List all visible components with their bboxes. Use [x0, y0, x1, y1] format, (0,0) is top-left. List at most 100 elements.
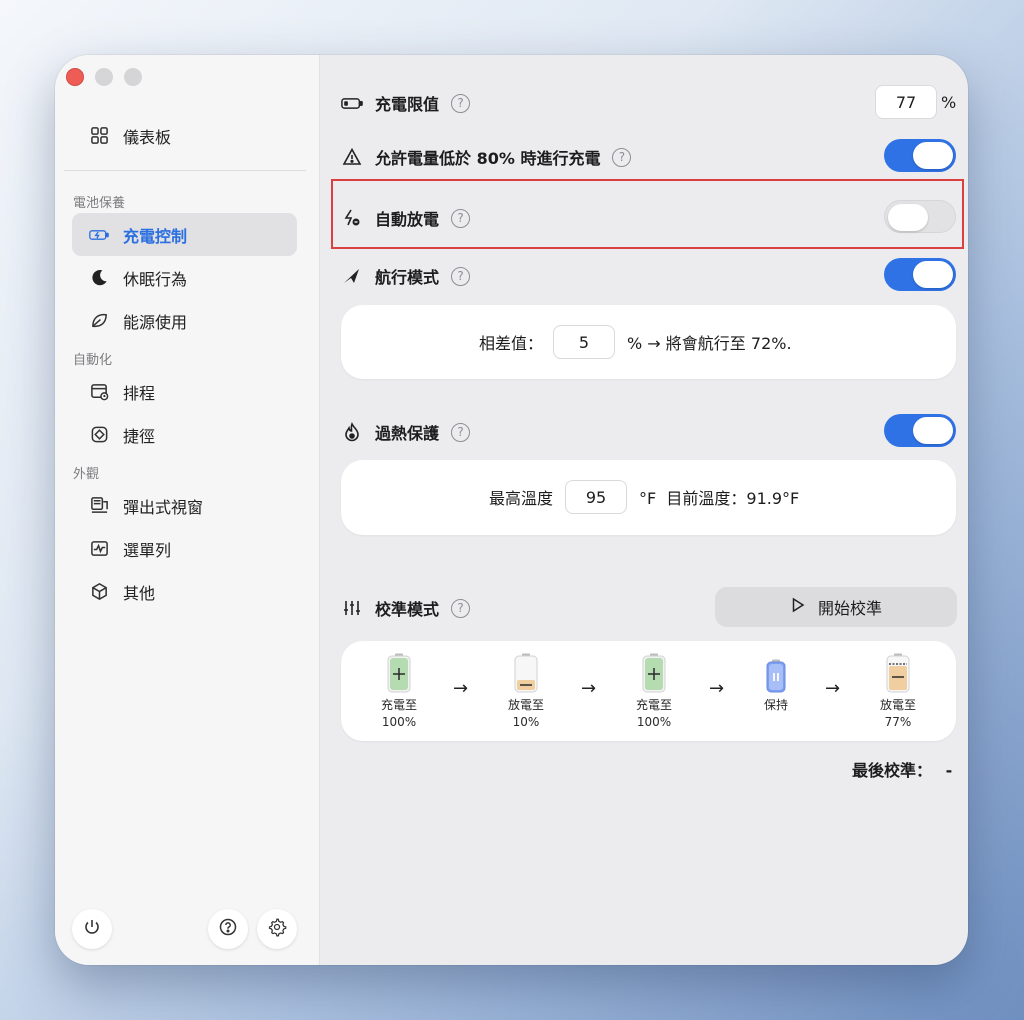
- heat-protection-toggle[interactable]: [884, 414, 956, 447]
- close-window-button[interactable]: [66, 68, 84, 86]
- arrow-icon: →: [825, 678, 841, 699]
- charge-limit-unit: %: [941, 93, 957, 112]
- step-line2: 100%: [381, 715, 417, 729]
- heat-temp-line: 最高溫度 95 °F 目前溫度：91.9°F: [489, 480, 799, 514]
- activity-monitor-icon: [89, 539, 109, 559]
- step-line1: 保持: [763, 698, 788, 712]
- toggle-knob: [913, 142, 953, 169]
- battery-full-icon: [387, 653, 411, 693]
- arrow-icon: →: [709, 678, 725, 699]
- allow-charge-toggle[interactable]: [884, 139, 956, 172]
- sailing-diff-suffix: % → 將會航行至 72%.: [627, 334, 792, 353]
- step-line1: 放電至: [879, 698, 916, 712]
- popup-window-icon: [89, 496, 109, 516]
- zoom-window-button[interactable]: [124, 68, 142, 86]
- cube-icon: [89, 582, 109, 602]
- battery-partial-icon: [886, 653, 910, 693]
- sail-icon: [341, 265, 363, 287]
- step-line2: 77%: [884, 715, 912, 729]
- help-icon[interactable]: ?: [451, 422, 471, 442]
- help-button[interactable]: [208, 909, 248, 949]
- app-window: 儀表板 電池保養 充電控制 休眠行為 能源使用 自動化 排程 捷徑 外觀 彈出式…: [55, 55, 968, 965]
- sailing-diff-input[interactable]: 5: [553, 325, 616, 359]
- sailing-settings-card: 相差值： 5 % → 將會航行至 72%.: [341, 305, 956, 379]
- heat-protection-row: 過熱保護 ?: [341, 420, 471, 444]
- power-icon: [82, 917, 102, 941]
- arrow-icon: →: [581, 678, 597, 699]
- sidebar-item-dashboard[interactable]: 儀表板: [72, 114, 297, 157]
- allow-charge-label: 允許電量低於 80% 時進行充電: [375, 149, 601, 168]
- charge-limit-row: 充電限值 ?: [341, 91, 471, 115]
- calibration-step: 放電至 77%: [858, 653, 938, 731]
- sidebar-item-label: 排程: [123, 383, 156, 403]
- help-icon[interactable]: ?: [612, 147, 632, 167]
- battery-charging-icon: [89, 225, 109, 245]
- sidebar-item-label: 選單列: [123, 540, 172, 560]
- charge-limit-input[interactable]: 77: [875, 85, 937, 119]
- help-icon[interactable]: ?: [451, 266, 471, 286]
- step-line1: 充電至: [635, 698, 672, 712]
- moon-icon: [89, 268, 109, 288]
- battery-low-icon: [341, 92, 363, 114]
- gear-icon: [267, 917, 287, 941]
- battery-full-icon: [642, 653, 666, 693]
- toggle-knob: [888, 204, 928, 231]
- sidebar-item-menubar[interactable]: 選單列: [72, 527, 297, 570]
- help-icon[interactable]: ?: [451, 208, 471, 228]
- sidebar-item-schedule[interactable]: 排程: [72, 370, 297, 413]
- calendar-clock-icon: [89, 382, 109, 402]
- auto-discharge-toggle[interactable]: [884, 200, 956, 233]
- section-label-appearance: 外觀: [73, 467, 100, 482]
- auto-discharge-row: 自動放電 ?: [341, 206, 471, 230]
- current-temp-text: °F 目前溫度：91.9°F: [639, 489, 800, 508]
- allow-charge-row: 允許電量低於 80% 時進行充電 ?: [341, 145, 632, 169]
- sidebar-item-other[interactable]: 其他: [72, 570, 297, 613]
- calibration-row: 校準模式 ?: [341, 596, 471, 620]
- discharge-icon: [341, 207, 363, 229]
- auto-discharge-label: 自動放電: [375, 210, 440, 229]
- last-calibration-value: -: [945, 761, 953, 780]
- arrow-icon: →: [453, 678, 469, 699]
- sidebar-item-popup[interactable]: 彈出式視窗: [72, 484, 297, 527]
- max-temp-label: 最高溫度: [489, 489, 554, 508]
- max-temp-input[interactable]: 95: [565, 480, 628, 514]
- battery-low-icon: [514, 653, 538, 693]
- sidebar-item-label: 能源使用: [123, 312, 188, 332]
- flame-icon: [341, 421, 363, 443]
- settings-button[interactable]: [257, 909, 297, 949]
- step-line2: 100%: [636, 715, 672, 729]
- sidebar-item-label: 捷徑: [123, 426, 156, 446]
- sidebar-divider: [64, 170, 306, 171]
- last-calibration: 最後校準： -: [852, 757, 952, 781]
- sidebar-item-sleep[interactable]: 休眠行為: [72, 256, 297, 299]
- minimize-window-button[interactable]: [95, 68, 113, 86]
- sailing-diff-label: 相差值：: [479, 334, 544, 353]
- shortcuts-icon: [89, 425, 109, 445]
- sailing-mode-toggle[interactable]: [884, 258, 956, 291]
- start-calibration-button[interactable]: 開始校準: [715, 587, 957, 627]
- heat-protection-label: 過熱保護: [375, 424, 440, 443]
- warning-icon: [341, 146, 363, 168]
- sidebar-item-label: 其他: [123, 583, 156, 603]
- heat-settings-card: 最高溫度 95 °F 目前溫度：91.9°F: [341, 460, 956, 535]
- section-label-battery: 電池保養: [73, 196, 126, 211]
- toggle-knob: [913, 417, 953, 444]
- sidebar-item-charge-control[interactable]: 充電控制: [72, 213, 297, 256]
- sailing-mode-label: 航行模式: [375, 268, 440, 287]
- toggle-knob: [913, 261, 953, 288]
- leaf-icon: [89, 311, 109, 331]
- last-calibration-label: 最後校準：: [852, 761, 933, 780]
- calibration-step: 充電至 100%: [359, 653, 439, 731]
- help-icon[interactable]: ?: [451, 93, 471, 113]
- charge-limit-label: 充電限值: [375, 95, 440, 114]
- sidebar-item-shortcuts[interactable]: 捷徑: [72, 413, 297, 456]
- sidebar: 儀表板 電池保養 充電控制 休眠行為 能源使用 自動化 排程 捷徑 外觀 彈出式…: [55, 55, 320, 965]
- help-icon[interactable]: ?: [451, 598, 471, 618]
- calibration-label: 校準模式: [375, 600, 440, 619]
- sidebar-item-energy[interactable]: 能源使用: [72, 299, 297, 342]
- play-icon: [790, 597, 818, 617]
- question-circle-icon: [218, 917, 238, 941]
- power-button[interactable]: [72, 909, 112, 949]
- sliders-icon: [341, 597, 363, 619]
- sidebar-item-label: 儀表板: [123, 127, 172, 147]
